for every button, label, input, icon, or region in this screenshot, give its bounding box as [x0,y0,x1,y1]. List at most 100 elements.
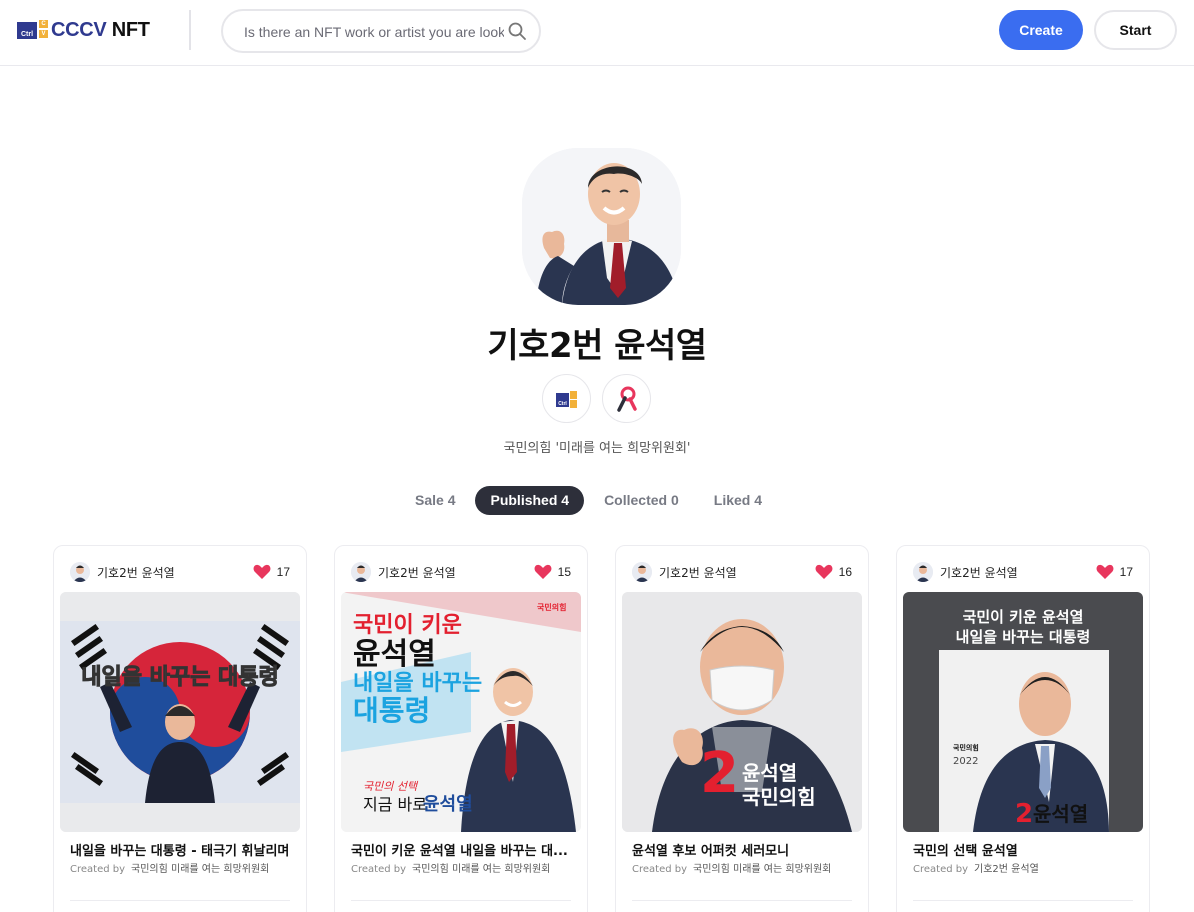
art-bottom1: 지금 바로 [363,795,427,814]
cccv-badge-mark: Ctrl [555,390,577,408]
heart-icon[interactable] [815,564,833,580]
nft-title[interactable]: 윤석열 후보 어퍼컷 세러모니 [632,840,854,859]
art-party-text: 국민의힘 [537,602,566,612]
card-divider [351,900,571,901]
card-header: 기호2번 윤석열 17 [913,562,1133,582]
nft-card[interactable]: 기호2번 윤석열 17 국민이 키운 윤석열 내일을 바꾸는 대통령 국민의힘 … [896,545,1150,912]
owner-avatar[interactable] [913,562,933,582]
logo-suffix-text: NFT [106,18,150,41]
profile-tabs: Sale 4 Published 4 Collected 0 Liked 4 [400,485,782,515]
art-line1: 국민이 키운 윤석열 [963,608,1084,626]
search-bar [221,9,541,53]
card-divider [70,900,290,901]
art-line1: 국민이 키운 [353,613,462,638]
search-icon[interactable] [507,21,527,41]
creator-name[interactable]: 국민의힘 미래를 여는 희망위원회 [693,864,831,875]
logo-brand-text: CCCV [51,18,107,41]
art-line4: 대통령 [353,694,430,727]
heart-icon[interactable] [534,564,552,580]
created-by: Created by 국민의힘 미래를 여는 희망위원회 [351,860,550,875]
owner-avatar[interactable] [632,562,652,582]
svg-text:Ctrl: Ctrl [558,401,567,407]
profile-name: 기호2번 윤석열 [487,326,707,366]
profile-avatar [522,148,681,305]
card-header: 기호2번 윤석열 16 [632,562,852,582]
created-by: Created by 국민의힘 미래를 여는 희망위원회 [632,860,831,875]
created-by: Created by 국민의힘 미래를 여는 희망위원회 [70,860,269,875]
logo-c-letter: C [38,19,49,29]
tab-liked[interactable]: Liked 4 [699,486,777,515]
art-year: 2022 [953,756,978,767]
creator-name[interactable]: 국민의힘 미래를 여는 희망위원회 [412,864,550,875]
tab-sale[interactable]: Sale 4 [400,486,470,515]
nft-thumbnail[interactable]: 국민이 키운 윤석열 내일을 바꾸는 대통령 국민의힘 2022 2 윤석열 [903,592,1143,832]
owner-avatar-image [913,562,933,582]
art-line1: 윤석열 [742,761,797,785]
owner-avatar-image [351,562,371,582]
card-divider [632,900,852,901]
card-header: 기호2번 윤석열 17 [70,562,290,582]
owner-name[interactable]: 기호2번 윤석열 [378,564,534,581]
header-divider [189,10,191,50]
nft-card[interactable]: 기호2번 윤석열 15 국민의힘 국민이 키운 윤석열 내일을 바꾸는 대통령 … [334,545,588,912]
top-header: Ctrl C V CCCV NFT Create Start [0,0,1194,66]
nft-artwork-image: 국민의힘 국민이 키운 윤석열 내일을 바꾸는 대통령 국민의 선택 지금 바로… [341,592,581,832]
nft-title[interactable]: 국민의 선택 윤석열 [913,840,1135,859]
nft-thumbnail[interactable]: 국민의힘 국민이 키운 윤석열 내일을 바꾸는 대통령 국민의 선택 지금 바로… [341,592,581,832]
owner-avatar-image [70,562,90,582]
nft-artwork-image: 국민이 키운 윤석열 내일을 바꾸는 대통령 국민의힘 2022 2 윤석열 [903,592,1143,832]
cccv-badge-icon[interactable]: Ctrl [542,374,591,423]
nft-title[interactable]: 국민이 키운 윤석열 내일을 바꾸는 대... [351,840,573,859]
art-line3: 내일을 바꾸는 [353,671,482,696]
nft-title[interactable]: 내일을 바꾸는 대통령 - 태극기 휘날리며 [70,840,292,859]
like-count: 16 [838,565,852,579]
created-by: Created by 기호2번 윤석열 [913,860,1039,875]
profile-description: 국민의힘 '미래를 여는 희망위원회' [503,441,691,456]
tab-published[interactable]: Published 4 [475,485,585,515]
ribbon-badge-mark [616,386,637,412]
created-by-label: Created by [913,864,969,875]
creator-name[interactable]: 기호2번 윤석열 [974,864,1039,875]
owner-avatar[interactable] [351,562,371,582]
nft-card[interactable]: 기호2번 윤석열 17 내일을 바꾸는 대통령 내일을 바꾸는 대통령 - 태극… [53,545,307,912]
art-text: 내일을 바꾸는 대통령 [81,665,278,690]
art-name: 윤석열 [1033,802,1088,826]
logo-cv-box: C V [38,19,49,39]
art-line2: 국민의힘 [742,785,816,809]
art-num: 2 [1015,799,1033,829]
heart-icon[interactable] [1096,564,1114,580]
heart-icon[interactable] [253,564,271,580]
nft-thumbnail[interactable]: 2 윤석열 국민의힘 [622,592,862,832]
like-count: 15 [557,565,571,579]
logo-ctrl-box: Ctrl [17,22,37,39]
nft-card[interactable]: 기호2번 윤석열 16 2 윤석열 국민의힘 윤석열 후보 어퍼컷 세러모니 C… [615,545,869,912]
create-button[interactable]: Create [999,10,1083,50]
search-input[interactable] [244,21,504,43]
tab-collected[interactable]: Collected 0 [589,486,694,515]
like-count: 17 [1119,565,1133,579]
owner-name[interactable]: 기호2번 윤석열 [97,564,253,581]
card-divider [913,900,1133,901]
owner-avatar[interactable] [70,562,90,582]
art-line2: 윤석열 [353,637,436,672]
logo-text: CCCV NFT [51,19,150,42]
profile-badges: Ctrl [542,374,652,424]
art-line2: 내일을 바꾸는 대통령 [956,628,1091,646]
logo-v-letter: V [38,29,49,39]
ribbon-badge-icon[interactable] [602,374,651,423]
start-button[interactable]: Start [1094,10,1177,50]
art-num: 2 [700,741,739,806]
art-bottom2: 윤석열 [423,794,473,815]
owner-name[interactable]: 기호2번 윤석열 [940,564,1096,581]
created-by-label: Created by [70,864,126,875]
art-bottom-small: 국민의 선택 [363,780,419,793]
created-by-label: Created by [632,864,688,875]
nft-thumbnail[interactable]: 내일을 바꾸는 대통령 [60,592,300,832]
cccv-logo[interactable]: Ctrl C V CCCV NFT [17,18,150,42]
art-party-text: 국민의힘 [953,743,979,752]
creator-name[interactable]: 국민의힘 미래를 여는 희망위원회 [131,864,269,875]
card-header: 기호2번 윤석열 15 [351,562,571,582]
owner-name[interactable]: 기호2번 윤석열 [659,564,815,581]
nft-artwork-image: 내일을 바꾸는 대통령 [60,592,300,832]
profile-portrait-image [522,148,681,305]
